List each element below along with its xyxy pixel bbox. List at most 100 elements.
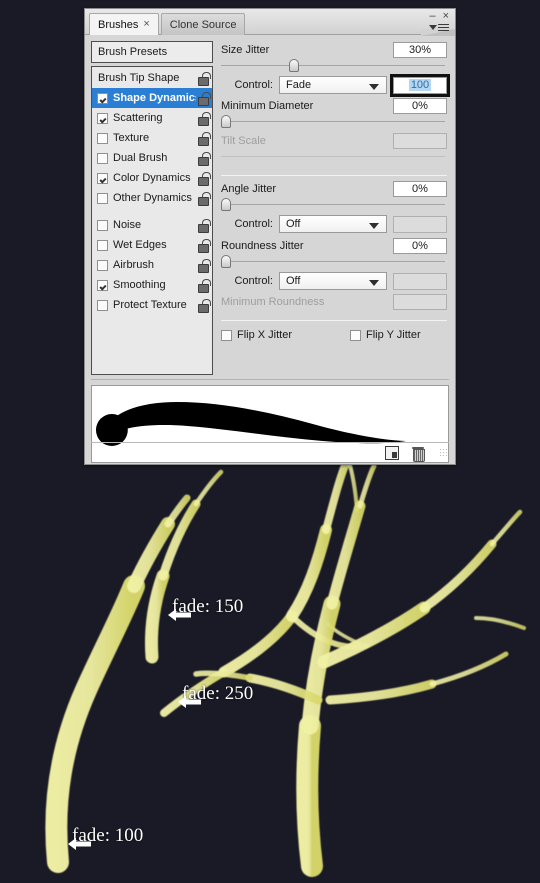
lock-icon[interactable] [198, 259, 211, 273]
fade-steps-input[interactable]: 100 [390, 73, 450, 97]
size-jitter-control-dropdown[interactable]: Fade [279, 76, 387, 94]
lock-icon[interactable] [198, 72, 211, 86]
sidebar-item-brush-tip-shape[interactable]: Brush Tip Shape [92, 68, 212, 88]
checkbox-scattering[interactable] [97, 112, 108, 124]
flip-y-jitter-checkbox[interactable]: Flip Y Jitter [350, 329, 421, 341]
minimum-diameter-value[interactable]: 0% [393, 97, 447, 114]
minimum-roundness-row: Minimum Roundness [221, 293, 447, 310]
close-window-icon[interactable]: × [443, 11, 449, 22]
sidebar-item-dual-brush[interactable]: Dual Brush [92, 148, 212, 168]
lock-icon[interactable] [198, 192, 211, 206]
minimum-diameter-slider[interactable] [221, 115, 447, 128]
angle-jitter-value[interactable]: 0% [393, 180, 447, 197]
close-icon[interactable]: × [143, 19, 149, 30]
tab-clone-source-label: Clone Source [169, 18, 237, 31]
angle-jitter-slider[interactable] [221, 198, 447, 211]
checkbox-flip-x[interactable] [221, 329, 232, 341]
shape-dynamics-controls: Size Jitter 30% Control: Fade 100 Minimu… [213, 41, 450, 375]
lock-icon[interactable] [198, 152, 211, 166]
size-jitter-value[interactable]: 30% [393, 41, 447, 58]
slider-track [221, 156, 445, 158]
minimum-diameter-row: Minimum Diameter 0% [221, 97, 447, 114]
checkbox-texture[interactable] [97, 132, 108, 144]
lock-icon[interactable] [198, 92, 211, 106]
angle-jitter-control-dropdown[interactable]: Off [279, 215, 387, 233]
divider [91, 379, 449, 380]
lock-icon[interactable] [198, 219, 211, 233]
flip-x-jitter-label: Flip X Jitter [237, 329, 293, 341]
checkbox-smoothing[interactable] [97, 279, 108, 291]
angle-jitter-control-row: Control: Off [221, 214, 447, 234]
sidebar-item-noise[interactable]: Noise [92, 215, 212, 235]
lock-icon[interactable] [198, 172, 211, 186]
sidebar-item-scattering[interactable]: Scattering [92, 108, 212, 128]
brush-presets-label: Brush Presets [98, 46, 168, 58]
size-jitter-control-row: Control: Fade 100 [221, 73, 450, 97]
panel-menu-icon[interactable] [429, 24, 449, 31]
roundness-jitter-control-dropdown[interactable]: Off [279, 272, 387, 290]
sidebar-item-label: Brush Tip Shape [98, 72, 180, 84]
chevron-down-icon [369, 84, 379, 90]
checkbox-shape-dynamics[interactable] [97, 92, 108, 104]
sidebar-item-wet-edges[interactable]: Wet Edges [92, 235, 212, 255]
minimize-icon[interactable]: – [429, 11, 435, 22]
lock-icon[interactable] [198, 112, 211, 126]
slider-thumb[interactable] [221, 255, 231, 268]
checkbox-color-dynamics[interactable] [97, 172, 108, 184]
tab-clone-source[interactable]: Clone Source [160, 13, 246, 35]
size-jitter-row: Size Jitter 30% [221, 41, 447, 58]
minimum-diameter-label: Minimum Diameter [221, 99, 314, 112]
flip-x-jitter-checkbox[interactable]: Flip X Jitter [221, 329, 292, 341]
checkbox-airbrush[interactable] [97, 259, 108, 271]
chevron-down-icon [369, 223, 379, 229]
sidebar-item-smoothing[interactable]: Smoothing [92, 275, 212, 295]
lock-icon[interactable] [198, 239, 211, 253]
checkbox-dual-brush[interactable] [97, 152, 108, 164]
slider-thumb[interactable] [221, 115, 231, 128]
brush-options-list[interactable]: Brush Tip Shape Shape Dynamics Scatterin… [91, 66, 213, 375]
sidebar-item-shape-dynamics[interactable]: Shape Dynamics [92, 88, 212, 108]
sidebar-item-label: Dual Brush [113, 152, 168, 164]
new-brush-icon[interactable] [385, 446, 399, 460]
roundness-jitter-slider[interactable] [221, 255, 447, 268]
checkbox-other-dynamics[interactable] [97, 192, 108, 204]
slider-thumb[interactable] [221, 198, 231, 211]
checkbox-wet-edges[interactable] [97, 239, 108, 251]
chevron-down-icon [429, 25, 437, 30]
checkbox-noise[interactable] [97, 219, 108, 231]
lock-icon[interactable] [198, 279, 211, 293]
size-jitter-control-label: Control: [234, 79, 273, 91]
divider [221, 320, 447, 321]
size-jitter-slider[interactable] [221, 59, 447, 72]
annotation-fade-100: fade: 100 [68, 825, 143, 850]
slider-track [221, 204, 445, 206]
resize-grip-icon[interactable] [439, 448, 449, 458]
tilt-scale-row: Tilt Scale [221, 132, 447, 149]
hamburger-icon [438, 24, 449, 31]
checkbox-flip-y[interactable] [350, 329, 362, 341]
sidebar-item-airbrush[interactable]: Airbrush [92, 255, 212, 275]
panel-footer [91, 442, 449, 462]
lock-icon[interactable] [198, 132, 211, 146]
roundness-jitter-value[interactable]: 0% [393, 237, 447, 254]
brush-presets-button[interactable]: Brush Presets [91, 41, 213, 63]
annotation-fade-250: fade: 250 [178, 683, 253, 708]
sidebar-item-label: Shape Dynamics [113, 92, 196, 104]
delete-brush-icon[interactable] [411, 446, 425, 462]
options-sidebar: Brush Presets Brush Tip Shape Shape Dyna… [91, 41, 213, 375]
sidebar-item-protect-texture[interactable]: Protect Texture [92, 295, 212, 315]
fade-steps-value: 100 [408, 79, 432, 91]
sidebar-item-label: Color Dynamics [113, 172, 191, 184]
slider-thumb[interactable] [288, 59, 299, 72]
angle-jitter-label: Angle Jitter [221, 182, 277, 195]
checkbox-protect-texture[interactable] [97, 299, 108, 311]
tab-brushes[interactable]: Brushes × [89, 13, 159, 35]
sidebar-item-color-dynamics[interactable]: Color Dynamics [92, 168, 212, 188]
lock-icon[interactable] [198, 299, 211, 313]
annotation-fade-150: fade: 150 [168, 596, 243, 621]
slider-track [221, 65, 445, 67]
sidebar-item-texture[interactable]: Texture [92, 128, 212, 148]
minimum-roundness-value [393, 293, 447, 310]
chevron-down-icon [369, 280, 379, 286]
sidebar-item-other-dynamics[interactable]: Other Dynamics [92, 188, 212, 208]
